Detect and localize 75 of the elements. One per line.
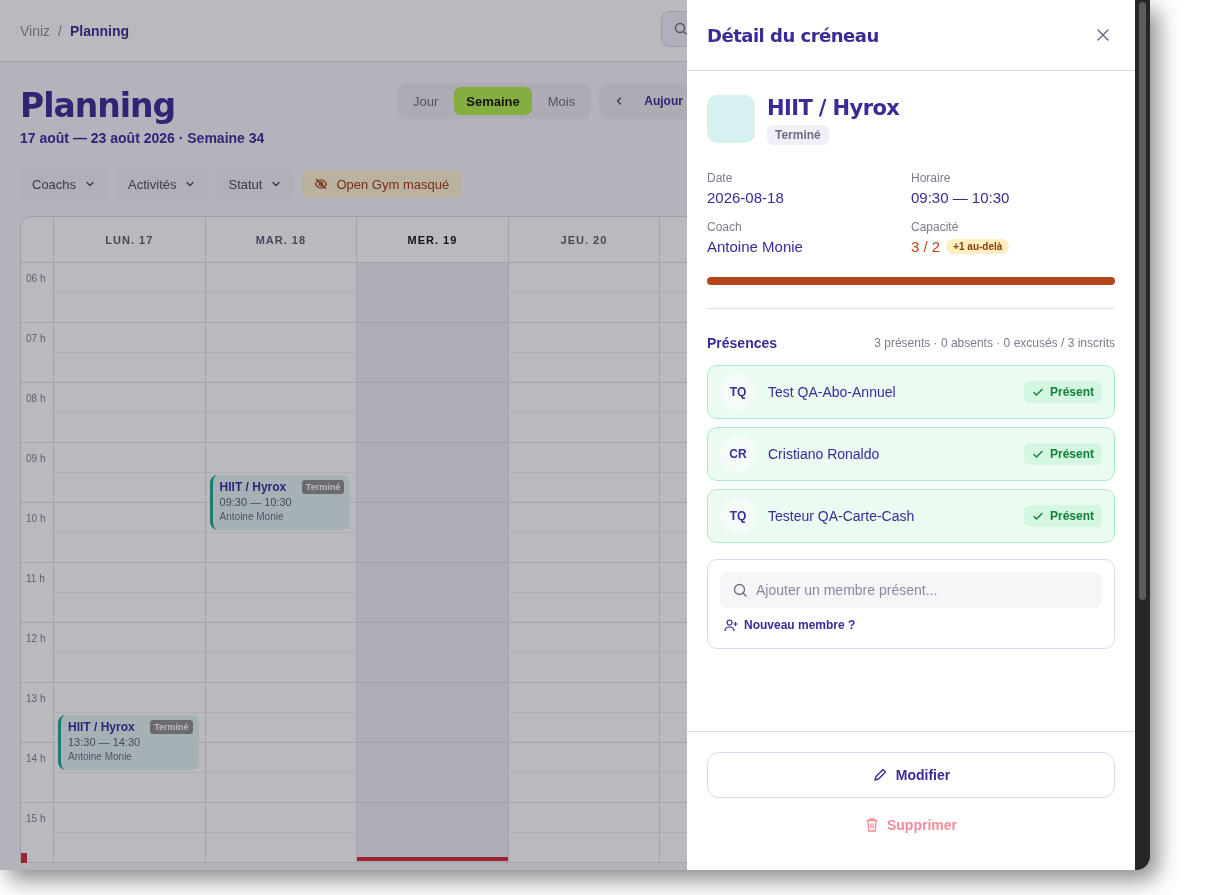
detail-label: Horaire — [911, 171, 952, 185]
detail-value: 3 / 2 — [911, 238, 941, 255]
breadcrumb-item[interactable]: Planning — [70, 22, 130, 39]
hour-label: 13 h — [26, 693, 46, 704]
status-badge: Terminé — [301, 480, 345, 494]
hour-label: 07 h — [26, 333, 46, 344]
presence-badge[interactable]: Présent — [1023, 443, 1102, 465]
event-card[interactable]: HIIT / Hyrox Terminé 09:30 — 10:30 Antoine Monie — [209, 475, 351, 530]
attendee-row[interactable]: TQ Test QA-Abo-Annuel Présent — [707, 365, 1115, 419]
hour-label: 09 h — [26, 453, 46, 464]
pencil-icon — [871, 767, 888, 783]
presence-badge[interactable]: Présent — [1023, 381, 1102, 403]
check-icon — [1031, 510, 1044, 522]
detail-label: Date — [707, 171, 734, 185]
filter-dropdown[interactable]: Coachs — [20, 170, 109, 198]
overflow-badge: +1 au-delà — [946, 239, 1010, 254]
activity-swatch — [707, 95, 755, 143]
avatar: CR — [720, 436, 756, 472]
detail-label: Coach — [707, 220, 743, 234]
event-title: HIIT / Hyrox — [219, 480, 287, 494]
hour-label: 15 h — [26, 813, 46, 824]
filter-dropdown[interactable]: Activités — [116, 170, 209, 198]
page-title: Planning — [20, 86, 177, 126]
hour-label: 06 h — [26, 273, 46, 284]
presence-badge[interactable]: Présent — [1023, 505, 1102, 527]
attendee-row[interactable]: CR Cristiano Ronaldo Présent — [707, 427, 1115, 481]
status-badge: Terminé — [150, 720, 193, 734]
attendee-name: Cristiano Ronaldo — [768, 446, 881, 462]
event-time: 09:30 — 10:30 — [219, 496, 293, 508]
detail-value: 2026-08-18 — [707, 189, 784, 206]
trash-icon — [865, 817, 879, 833]
scrollbar-thumb[interactable] — [1139, 2, 1146, 600]
avatar: TQ — [720, 374, 756, 410]
event-time: 13:30 — 14:30 — [68, 736, 142, 748]
check-icon — [1031, 386, 1044, 398]
avatar: TQ — [720, 498, 756, 534]
search-icon — [733, 583, 748, 598]
section-title: Présences — [707, 335, 778, 351]
eye-off-icon — [314, 177, 329, 191]
view-tab[interactable]: Mois — [535, 87, 588, 115]
check-icon — [1031, 448, 1044, 460]
filter-chip[interactable]: Open Gym masqué — [302, 170, 462, 198]
hour-label: 08 h — [26, 393, 46, 404]
detail-value: Antoine Monie — [707, 238, 803, 255]
attendance-summary: 3 présents · 0 absents · 0 excusés / 3 inscrits — [874, 336, 1115, 350]
event-coach: Antoine Monie — [68, 751, 133, 762]
activity-name: HIIT / Hyrox — [767, 95, 900, 121]
hour-label: 12 h — [26, 633, 46, 644]
event-coach: Antoine Monie — [219, 511, 285, 522]
event-title: HIIT / Hyrox — [68, 720, 135, 734]
event-card[interactable]: HIIT / Hyrox Terminé 13:30 — 14:30 Antoine Monie — [58, 715, 199, 770]
user-plus-icon — [724, 618, 738, 632]
detail-value: 09:30 — 10:30 — [911, 189, 1010, 206]
attendee-row[interactable]: TQ Testeur QA-Carte-Cash Présent — [707, 489, 1115, 543]
new-member-link[interactable]: Nouveau membre ? — [724, 618, 856, 632]
breadcrumb-item[interactable]: Viniz — [20, 22, 51, 39]
edit-button[interactable]: Modifier — [707, 752, 1115, 798]
hour-label: 10 h — [26, 513, 46, 524]
detail-label: Capacité — [911, 220, 960, 234]
search-icon — [674, 22, 688, 36]
hour-label: 14 h — [26, 753, 46, 764]
today-button[interactable]: Aujour — [644, 94, 683, 108]
hour-label: 11 h — [26, 573, 45, 584]
filter-dropdown[interactable]: Statut — [216, 170, 295, 198]
attendee-name: Testeur QA-Carte-Cash — [768, 508, 916, 524]
status-badge: Terminé — [767, 125, 829, 145]
breadcrumb-separator: / — [58, 22, 62, 39]
panel-title: Détail du créneau — [707, 24, 879, 46]
view-tab[interactable]: Jour — [401, 87, 451, 115]
close-icon — [1095, 27, 1111, 43]
now-marker — [21, 853, 27, 863]
member-search-field[interactable]: Ajouter un membre présent... — [720, 572, 1102, 608]
date-range: 17 août — 23 août 2026 · Semaine 34 — [20, 130, 266, 146]
view-tab[interactable]: Semaine — [454, 87, 532, 115]
attendee-name: Test QA-Abo-Annuel — [768, 384, 897, 400]
